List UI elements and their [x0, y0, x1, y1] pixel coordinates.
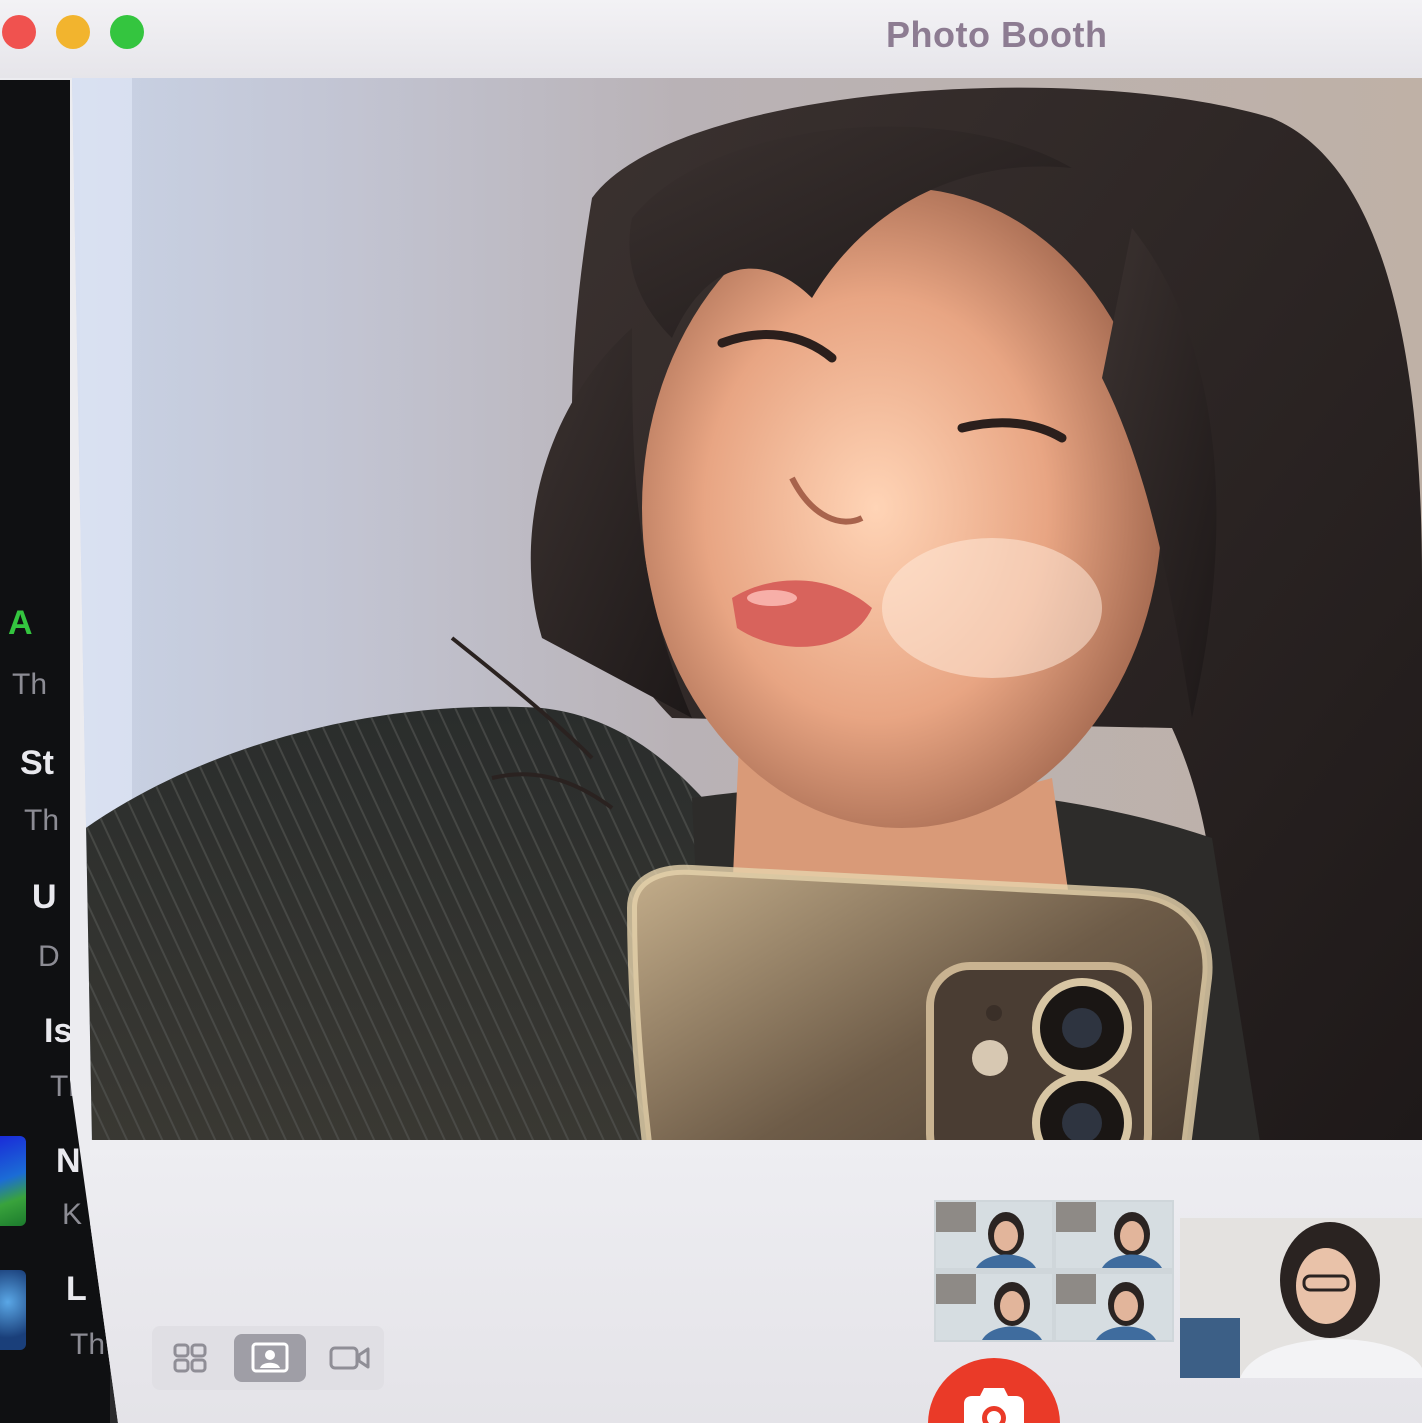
camera-preview-image — [72, 78, 1422, 1208]
list-item-subtitle: K — [62, 1198, 83, 1231]
list-item-subtitle: Th — [70, 1328, 106, 1361]
list-item-subtitle: D — [38, 940, 60, 973]
video-camera-icon — [329, 1346, 370, 1370]
single-photo-button[interactable] — [234, 1334, 306, 1382]
portrait-photo-icon — [251, 1342, 289, 1373]
camera-icon — [964, 1388, 1024, 1423]
thumbnail-frame — [936, 1202, 1052, 1268]
list-item-title: St — [20, 744, 54, 782]
video-button[interactable] — [314, 1334, 386, 1382]
list-item-subtitle: Th — [12, 668, 48, 701]
thumbnail-single-photo[interactable] — [1180, 1218, 1422, 1378]
list-item-title: L — [66, 1270, 87, 1308]
list-item-title: N — [56, 1142, 81, 1180]
list-item-thumbnail — [0, 1270, 26, 1350]
minimize-button[interactable] — [56, 15, 90, 49]
list-item-subtitle: Th — [24, 804, 60, 837]
photo-booth-window: Photo Booth — [0, 0, 1422, 1423]
close-button[interactable] — [2, 15, 36, 49]
thumbnail-frame — [1056, 1274, 1172, 1340]
thumbnail-four-up[interactable] — [934, 1200, 1174, 1342]
four-up-grid-icon — [173, 1343, 207, 1373]
list-item-title: A — [8, 604, 33, 642]
thumbnail-frame — [1056, 1202, 1172, 1268]
window-title: Photo Booth — [886, 14, 1108, 55]
screen: A Th St Th U D Is Th N K L Th Photo Boot… — [0, 0, 1422, 1423]
camera-preview — [72, 78, 1422, 1208]
four-up-grid-button[interactable] — [154, 1334, 226, 1382]
zoom-button[interactable] — [110, 15, 144, 49]
list-item-thumbnail — [0, 1136, 26, 1226]
title-bar: Photo Booth — [0, 0, 1422, 78]
thumbnail-frame — [936, 1274, 1052, 1340]
list-item-title: Is — [44, 1012, 73, 1050]
list-item-title: U — [32, 878, 57, 916]
